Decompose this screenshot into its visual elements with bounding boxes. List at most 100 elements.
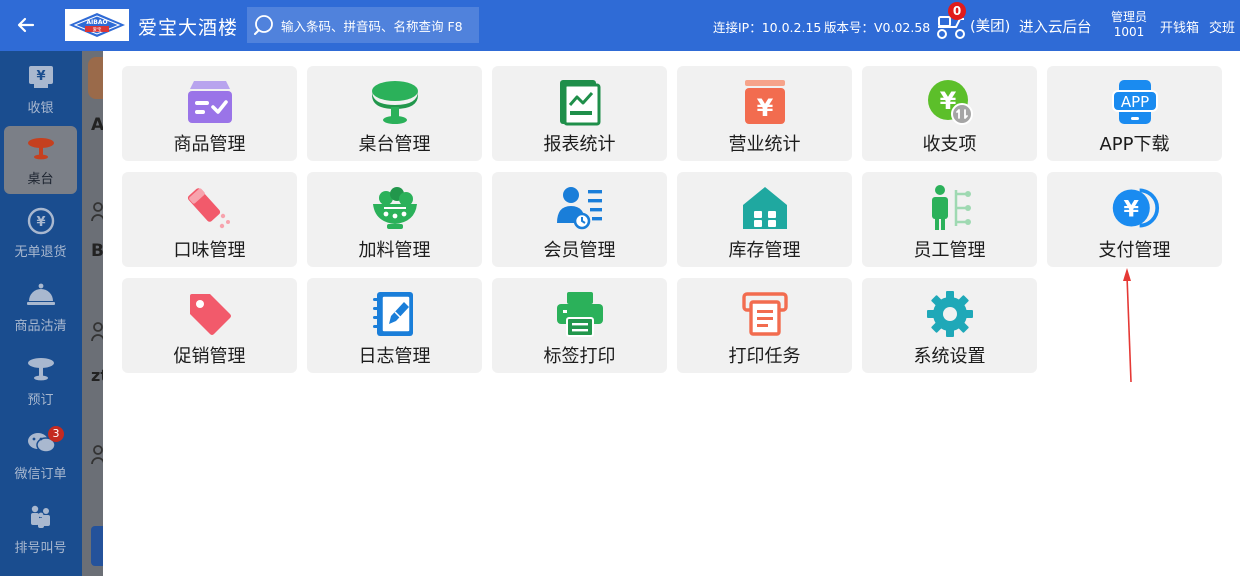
tile-label-printing[interactable]: 标签打印 [492,278,667,373]
tile-label: 支付管理 [1098,240,1171,261]
connection-ip: 连接IP：10.0.2.15 [713,20,822,35]
refund-icon: ¥ [26,207,56,235]
tile-label: 打印任务 [728,346,801,367]
table-management-icon [370,77,420,127]
tile-flavor-management[interactable]: 口味管理 [122,172,297,267]
svg-text:¥: ¥ [1123,196,1139,222]
version-number: 版本号：V0.02.58 [824,20,931,35]
rail-item-table[interactable]: 桌台 [4,126,77,194]
flavor-icon [185,183,235,233]
person-icon [91,445,103,465]
log-icon [370,289,420,339]
promotion-icon [185,289,235,339]
report-icon [555,77,605,127]
tile-staff-management[interactable]: 员工管理 [862,172,1037,267]
left-nav-rail: ¥ 收银 桌台 ¥ 无单退货 商品沽清 预订 3 微信订单 排号叫号 [0,51,82,576]
staff-icon [925,183,975,233]
tile-app-download[interactable]: APP APP下载 [1047,66,1222,161]
member-icon [555,183,605,233]
rail-item-queue[interactable]: 排号叫号 [4,495,77,563]
user-info[interactable]: 管理员 1001 [1108,10,1150,40]
rail-item-label: 收银 [27,100,54,116]
tile-label: 标签打印 [543,346,616,367]
svg-text:¥: ¥ [756,94,773,122]
svg-text:APP: APP [1120,93,1148,111]
background-tab [88,57,103,99]
cashier-icon: ¥ [26,63,56,91]
table-icon [26,134,56,162]
tile-label: 库存管理 [728,240,801,261]
svg-text:爱宝: 爱宝 [93,26,102,33]
wechat-order-count-badge: 3 [48,426,64,442]
background-text: A [91,115,103,135]
background-content: A B zt [82,51,103,576]
tile-label: APP下载 [1099,134,1170,155]
rail-item-label: 预订 [27,392,54,408]
person-icon [91,322,103,342]
tile-label: 营业统计 [728,134,801,155]
tile-label: 会员管理 [543,240,616,261]
tile-payment-management[interactable]: ¥ 支付管理 [1047,172,1222,267]
user-role: 管理员 [1110,10,1147,24]
payment-icon: ¥ [1110,183,1160,233]
tile-label: 加料管理 [358,240,431,261]
rail-item-label: 排号叫号 [14,540,67,556]
label-print-icon [555,289,605,339]
rail-item-soldout[interactable]: 商品沽清 [4,273,77,341]
search-input[interactable]: 输入条码、拼音码、名称查询 F8 [247,7,479,43]
tile-table-management[interactable]: 桌台管理 [307,66,482,161]
tile-business-statistics[interactable]: ¥ 营业统计 [677,66,852,161]
background-button [91,526,103,566]
cloche-icon [26,281,56,309]
tile-income-expense[interactable]: ¥ 收支项 [862,66,1037,161]
rail-item-reserve[interactable]: 预订 [4,347,77,415]
tile-inventory-management[interactable]: 库存管理 [677,172,852,267]
rail-item-wechat-orders[interactable]: 3 微信订单 [4,421,77,489]
rail-item-cashier[interactable]: ¥ 收银 [4,55,77,123]
rail-item-label: 无单退货 [14,244,67,260]
tile-system-settings[interactable]: 系统设置 [862,278,1037,373]
meituan-label: (美团) [970,18,1011,35]
tile-label: 系统设置 [913,346,986,367]
rail-item-refund[interactable]: ¥ 无单退货 [4,199,77,267]
search-icon [247,7,281,43]
tile-label: 商品管理 [173,134,246,155]
svg-text:AIBAO: AIBAO [86,19,107,26]
app-download-icon: APP [1110,77,1160,127]
settings-icon [925,289,975,339]
back-arrow-icon [17,17,35,33]
background-text: B [91,241,103,261]
background-text: zt [91,366,103,385]
tile-label: 报表统计 [543,134,616,155]
brand-name: 爱宝大酒楼 [138,17,239,39]
inventory-icon [740,183,790,233]
meituan-orders-button[interactable]: 0 (美团) [934,2,1011,42]
tile-label: 口味管理 [173,240,246,261]
topping-icon [370,183,420,233]
meituan-count-badge: 0 [948,2,966,20]
svg-text:¥: ¥ [36,215,45,230]
cloud-backend-link[interactable]: 进入云后台 [1019,16,1092,37]
open-cash-box-button[interactable]: 开钱箱 [1160,17,1199,36]
tile-log-management[interactable]: 日志管理 [307,278,482,373]
back-button[interactable] [12,11,40,39]
tile-product-management[interactable]: 商品管理 [122,66,297,161]
tile-label: 桌台管理 [358,134,431,155]
search-placeholder: 输入条码、拼音码、名称查询 F8 [281,18,463,34]
tile-report-statistics[interactable]: 报表统计 [492,66,667,161]
svg-text:¥: ¥ [36,69,45,84]
shift-change-button[interactable]: 交班 [1209,17,1235,36]
user-id: 1001 [1113,25,1145,39]
top-bar: AIBAO 爱宝 爱宝大酒楼 输入条码、拼音码、名称查询 F8 连接IP：10.… [0,0,1240,51]
tile-print-tasks[interactable]: 打印任务 [677,278,852,373]
tile-promotion-management[interactable]: 促销管理 [122,278,297,373]
rail-item-label: 微信订单 [14,466,67,482]
income-expense-icon: ¥ [925,77,975,127]
tile-label: 收支项 [922,134,977,155]
rail-item-label: 桌台 [27,171,54,187]
tile-label: 员工管理 [913,240,986,261]
tile-member-management[interactable]: 会员管理 [492,172,667,267]
rail-item-label: 商品沽清 [14,318,67,334]
queue-icon [26,503,56,531]
tile-topping-management[interactable]: 加料管理 [307,172,482,267]
